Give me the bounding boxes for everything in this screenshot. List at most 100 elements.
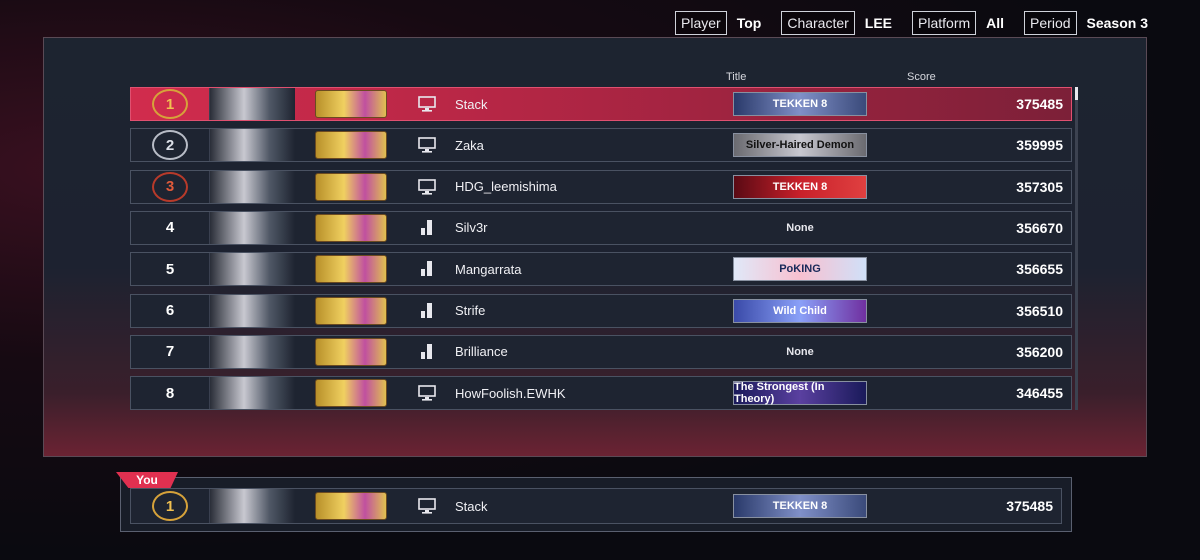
character-portrait xyxy=(209,170,295,203)
rank-cell: 2 xyxy=(131,129,209,161)
title-plate: Silver-Haired Demon xyxy=(733,133,867,158)
rank-number: 4 xyxy=(165,219,175,237)
rank-badge-icon xyxy=(315,337,387,366)
rank-cell: 4 xyxy=(131,212,209,244)
bronze-medal-icon: 3 xyxy=(152,171,188,202)
player-name: Mangarrata xyxy=(455,261,522,277)
character-portrait xyxy=(209,253,295,286)
filter-period-label[interactable]: Period xyxy=(1024,11,1077,35)
rank-badge-icon xyxy=(315,492,387,520)
pc-icon xyxy=(399,129,455,161)
rank-badge-icon xyxy=(315,131,387,160)
scrollbar-thumb[interactable] xyxy=(1075,87,1078,100)
pc-icon xyxy=(399,171,455,203)
character-portrait xyxy=(209,489,295,523)
rank-badge-icon xyxy=(315,172,387,201)
player-name: Silv3r xyxy=(455,220,488,236)
leaderboard-row[interactable]: 3 HDG_leemishima TEKKEN 8 357305 xyxy=(130,169,1072,204)
rank-badge-icon xyxy=(315,379,387,408)
rank-badge-icon xyxy=(315,213,387,242)
title-cell: Wild Child xyxy=(731,298,869,323)
rank-number: 5 xyxy=(165,260,175,278)
your-rank-row[interactable]: 1 Stack TEKKEN 8 375485 xyxy=(130,488,1062,524)
silver-medal-icon: 2 xyxy=(152,130,188,161)
title-plate: PoKING xyxy=(733,257,867,282)
title-cell: The Strongest (In Theory) xyxy=(731,381,869,406)
score-value: 375485 xyxy=(1006,498,1053,514)
leaderboard-row[interactable]: 8 HowFoolish.EWHK The Strongest (In Theory… xyxy=(130,376,1072,411)
score-value: 357305 xyxy=(1016,178,1063,195)
column-header-score: Score xyxy=(907,71,936,83)
title-plate: The Strongest (In Theory) xyxy=(733,381,867,406)
player-name: Zaka xyxy=(455,137,484,153)
character-portrait xyxy=(209,129,295,162)
title-plate: Wild Child xyxy=(733,298,867,323)
filter-bar: Player Top Character LEE Platform All Pe… xyxy=(675,10,1148,36)
title-cell: TEKKEN 8 xyxy=(731,174,869,199)
leaderboard-row[interactable]: 2 Zaka Silver-Haired Demon 359995 xyxy=(130,128,1072,163)
console-icon xyxy=(399,253,455,285)
score-value: 356200 xyxy=(1016,343,1063,360)
player-name: Brilliance xyxy=(455,344,508,360)
character-portrait xyxy=(209,211,295,244)
player-name: Stack xyxy=(455,498,488,514)
player-name: Stack xyxy=(455,96,488,112)
title-plate: TEKKEN 8 xyxy=(733,92,867,116)
score-value: 359995 xyxy=(1016,137,1063,154)
rank-number: 2 xyxy=(165,136,175,154)
title-cell: PoKING xyxy=(731,257,869,282)
leaderboard-row[interactable]: 1 Stack TEKKEN 8 375485 xyxy=(130,87,1072,121)
rank-cell: 1 xyxy=(131,88,209,120)
filter-period-value[interactable]: Season 3 xyxy=(1087,15,1148,31)
scrollbar[interactable] xyxy=(1075,87,1078,410)
rank-number: 1 xyxy=(165,497,175,515)
score-value: 356655 xyxy=(1016,261,1063,278)
console-icon xyxy=(399,295,455,327)
rank-badge-icon xyxy=(315,296,387,325)
rank-number: 8 xyxy=(165,384,175,402)
pc-icon xyxy=(399,377,455,409)
rank-number: 7 xyxy=(165,343,175,361)
title-plate: TEKKEN 8 xyxy=(733,174,867,199)
character-portrait xyxy=(209,377,295,410)
column-header-title: Title xyxy=(726,71,747,83)
filter-player-label[interactable]: Player xyxy=(675,11,727,35)
title-cell: None xyxy=(731,340,869,364)
score-value: 346455 xyxy=(1016,385,1063,402)
rank-badge-icon xyxy=(315,90,387,118)
leaderboard-row[interactable]: 7 Brilliance None 356200 xyxy=(130,334,1072,369)
title-plate: None xyxy=(786,221,814,234)
rank-cell: 8 xyxy=(131,377,209,409)
rank-badge-icon xyxy=(315,255,387,284)
console-icon xyxy=(399,336,455,368)
title-plate: TEKKEN 8 xyxy=(733,494,867,518)
rank-cell: 1 xyxy=(131,489,209,523)
title-plate: None xyxy=(786,345,814,358)
character-portrait xyxy=(209,294,295,327)
leaderboard-panel: Title Score 1 Stack TEKKEN 8 375485 2 Zaka Sil… xyxy=(43,37,1147,457)
score-value: 356510 xyxy=(1016,302,1063,319)
player-name: HDG_leemishima xyxy=(455,179,557,195)
gold-medal-icon: 1 xyxy=(152,491,188,521)
filter-platform-value[interactable]: All xyxy=(986,15,1004,31)
filter-platform-label[interactable]: Platform xyxy=(912,11,977,35)
leaderboard-row[interactable]: 6 Strife Wild Child 356510 xyxy=(130,293,1072,328)
title-cell: None xyxy=(731,216,869,240)
character-portrait xyxy=(209,335,295,368)
player-name: HowFoolish.EWHK xyxy=(455,385,566,401)
player-name: Strife xyxy=(455,303,486,318)
title-cell: TEKKEN 8 xyxy=(731,92,869,116)
leaderboard-row[interactable]: 4 Silv3r None 356670 xyxy=(130,210,1072,245)
filter-player-value[interactable]: Top xyxy=(737,15,762,31)
filter-character-label[interactable]: Character xyxy=(781,11,855,35)
console-icon xyxy=(399,212,455,244)
rank-cell: 7 xyxy=(131,336,209,368)
filter-character-value[interactable]: LEE xyxy=(865,15,892,31)
score-value: 356670 xyxy=(1016,219,1063,236)
title-cell: TEKKEN 8 xyxy=(731,494,869,518)
rank-cell: 6 xyxy=(131,295,209,327)
you-tag: You xyxy=(116,472,178,488)
rank-number: 6 xyxy=(165,302,175,319)
leaderboard-row[interactable]: 5 Mangarrata PoKING 356655 xyxy=(130,252,1072,287)
pc-icon xyxy=(399,88,455,120)
